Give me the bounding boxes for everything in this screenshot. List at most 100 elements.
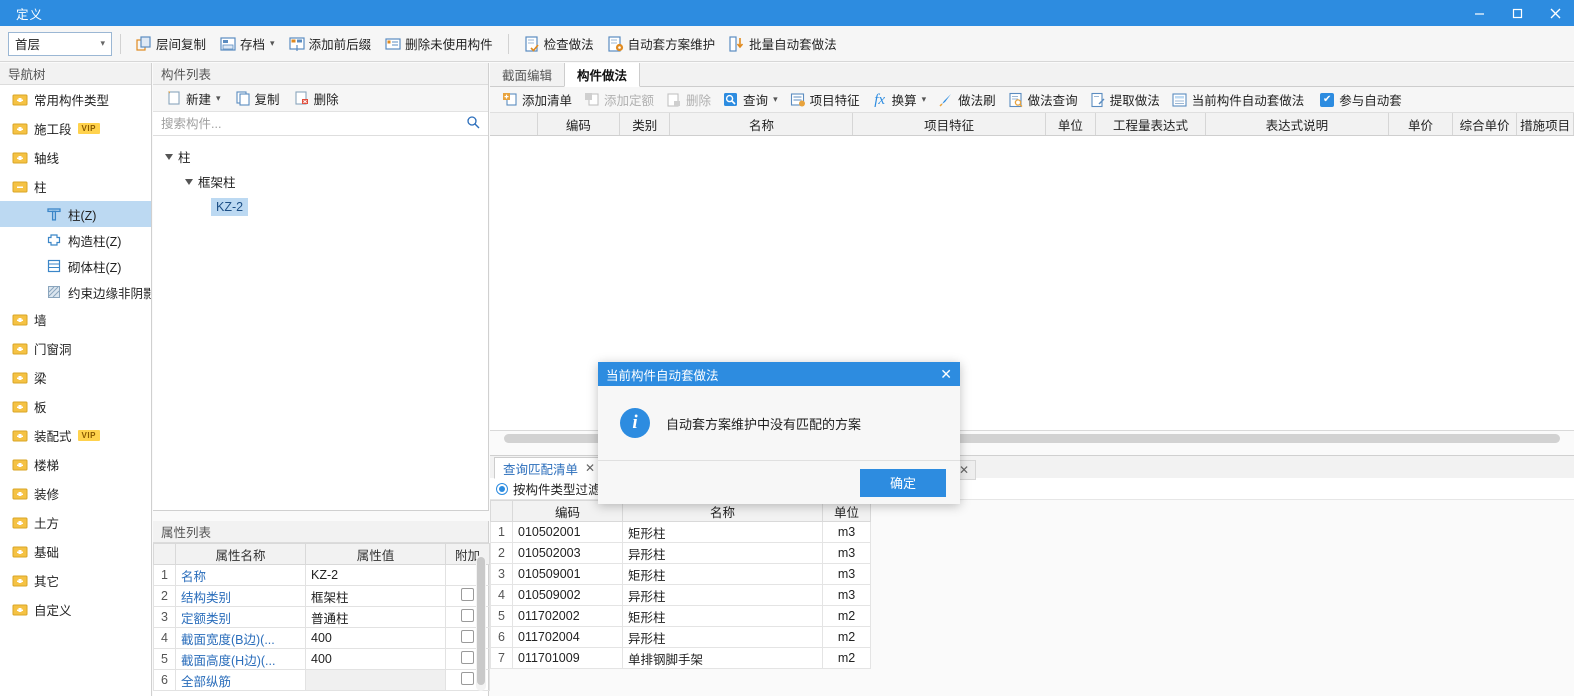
sidebar-item-earthwork[interactable]: 土方 bbox=[0, 508, 151, 537]
sidebar-item-structural-column-z[interactable]: 构造柱(Z) bbox=[0, 227, 151, 253]
table-row[interactable]: 5 011702002 矩形柱 m2 bbox=[490, 605, 871, 627]
toolbar-item-batch-auto-method[interactable]: 批量自动套做法 bbox=[722, 31, 844, 57]
sidebar-item-beam[interactable]: 梁 bbox=[0, 363, 151, 392]
project-feature-button[interactable]: 项目特征 bbox=[784, 88, 866, 112]
ok-button[interactable]: 确定 bbox=[860, 468, 946, 497]
table-row[interactable]: 2 010502003 异形柱 m3 bbox=[490, 542, 871, 564]
column-header-category[interactable]: 类别 bbox=[620, 113, 671, 135]
conversion-button[interactable]: fx 换算 ▾ bbox=[866, 88, 933, 112]
participate-auto-checkbox[interactable]: ✔ bbox=[1320, 92, 1335, 107]
property-value[interactable] bbox=[305, 669, 446, 691]
column-header-project-feature[interactable]: 项目特征 bbox=[853, 113, 1046, 135]
close-icon[interactable]: ✕ bbox=[585, 461, 595, 475]
sidebar-item-decoration[interactable]: 装修 bbox=[0, 479, 151, 508]
table-row[interactable]: 1 010502001 矩形柱 m3 bbox=[490, 521, 871, 543]
current-auto-method-button[interactable]: 当前构件自动套做法 bbox=[1166, 88, 1311, 112]
attach-checkbox[interactable] bbox=[461, 672, 474, 685]
sidebar-item-constraint-edge[interactable]: 约束边缘非阴影 bbox=[0, 279, 151, 305]
row-number: 1 bbox=[490, 521, 513, 543]
table-row[interactable]: 5 截面高度(H边)(... 400 bbox=[153, 648, 490, 670]
sidebar-item-construction-section[interactable]: 施工段 VIP bbox=[0, 114, 151, 143]
sidebar-item-common-types[interactable]: 常用构件类型 bbox=[0, 85, 151, 114]
property-value[interactable]: 普通柱 bbox=[305, 606, 446, 628]
name-cell: 单排钢脚手架 bbox=[622, 647, 823, 669]
scrollbar-thumb[interactable] bbox=[477, 557, 485, 685]
property-value[interactable]: 框架柱 bbox=[305, 585, 446, 607]
add-quota-button[interactable]: 添加定额 bbox=[578, 88, 660, 112]
maximize-icon[interactable] bbox=[1498, 0, 1536, 26]
delete-method-button[interactable]: 删除 bbox=[660, 88, 717, 112]
tab-section-edit[interactable]: 截面编辑 bbox=[490, 62, 564, 86]
table-row[interactable]: 6 011702004 异形柱 m2 bbox=[490, 626, 871, 648]
attach-checkbox[interactable] bbox=[461, 651, 474, 664]
tab-query-match-list[interactable]: 查询匹配清单 ✕ bbox=[494, 457, 605, 479]
table-row[interactable]: 3 010509001 矩形柱 m3 bbox=[490, 563, 871, 585]
sidebar-item-others[interactable]: 其它 bbox=[0, 566, 151, 595]
method-brush-button[interactable]: 做法刷 bbox=[932, 88, 1002, 112]
column-header-unit[interactable]: 单位 bbox=[1046, 113, 1097, 135]
close-icon[interactable] bbox=[1536, 0, 1574, 26]
table-row[interactable]: 2 结构类别 框架柱 bbox=[153, 585, 490, 607]
delete-component-button[interactable]: 删除 bbox=[287, 85, 346, 111]
search-input[interactable] bbox=[161, 116, 466, 131]
sidebar-item-column-group[interactable]: 柱 bbox=[0, 172, 151, 201]
sidebar-item-custom[interactable]: 自定义 bbox=[0, 595, 151, 624]
toolbar-item-archive[interactable]: 存档 ▾ bbox=[213, 31, 282, 57]
table-row[interactable]: 4 010509002 异形柱 m3 bbox=[490, 584, 871, 606]
sidebar-item-wall[interactable]: 墙 bbox=[0, 305, 151, 334]
sidebar-item-slab[interactable]: 板 bbox=[0, 392, 151, 421]
chevron-down-icon[interactable] bbox=[185, 178, 193, 185]
sidebar-item-masonry-column-z[interactable]: 砌体柱(Z) bbox=[0, 253, 151, 279]
attach-checkbox[interactable] bbox=[461, 630, 474, 643]
dialog-footer: 确定 bbox=[598, 460, 960, 504]
search-icon[interactable] bbox=[466, 115, 480, 132]
property-value[interactable]: KZ-2 bbox=[305, 564, 446, 586]
column-header-name[interactable]: 名称 bbox=[670, 113, 854, 135]
sidebar-item-column-z[interactable]: 柱(Z) bbox=[0, 201, 151, 227]
sidebar-item-door-window-opening[interactable]: 门窗洞 bbox=[0, 334, 151, 363]
method-query-button[interactable]: 做法查询 bbox=[1002, 88, 1084, 112]
component-search-box[interactable] bbox=[153, 112, 488, 136]
property-value[interactable]: 400 bbox=[305, 627, 446, 649]
new-component-button[interactable]: 新建 ▾ bbox=[159, 85, 228, 111]
sidebar-item-prefabricated[interactable]: 装配式 VIP bbox=[0, 421, 151, 450]
column-header-code[interactable]: 编码 bbox=[538, 113, 621, 135]
table-row[interactable]: 4 截面宽度(B边)(... 400 bbox=[153, 627, 490, 649]
sidebar-item-stairs[interactable]: 楼梯 bbox=[0, 450, 151, 479]
copy-component-button[interactable]: 复制 bbox=[228, 85, 287, 111]
table-row[interactable]: 3 定额类别 普通柱 bbox=[153, 606, 490, 628]
table-row[interactable]: 6 全部纵筋 bbox=[153, 669, 490, 691]
add-list-button[interactable]: 添加清单 bbox=[496, 88, 578, 112]
floor-select[interactable]: 首层 ▾ bbox=[8, 31, 112, 56]
extract-method-button[interactable]: 提取做法 bbox=[1084, 88, 1166, 112]
table-row[interactable]: 7 011701009 单排钢脚手架 m2 bbox=[490, 647, 871, 669]
toolbar-item-copy-between-floors[interactable]: 层间复制 bbox=[129, 31, 213, 57]
column-header-measure-item[interactable]: 措施项目 bbox=[1517, 113, 1574, 135]
toolbar-item-delete-unused[interactable]: 删除未使用构件 bbox=[378, 31, 500, 57]
tree-node-frame-column[interactable]: 框架柱 bbox=[153, 169, 488, 194]
column-header-unit-price[interactable]: 单价 bbox=[1389, 113, 1454, 135]
toolbar-item-add-affix[interactable]: 添加前后缀 bbox=[282, 31, 379, 57]
sidebar-item-foundation[interactable]: 基础 bbox=[0, 537, 151, 566]
tab-component-method[interactable]: 构件做法 bbox=[564, 63, 641, 87]
chevron-down-icon[interactable] bbox=[165, 153, 173, 160]
toolbar-item-auto-scheme-maintain[interactable]: 自动套方案维护 bbox=[601, 31, 723, 57]
close-icon[interactable]: ✕ bbox=[940, 366, 952, 383]
table-row[interactable]: 1 名称 KZ-2 bbox=[153, 564, 490, 586]
column-header-comprehensive-price[interactable]: 综合单价 bbox=[1453, 113, 1518, 135]
radio-dot bbox=[499, 485, 505, 492]
property-list-scrollbar[interactable] bbox=[476, 555, 486, 691]
minimize-icon[interactable] bbox=[1460, 0, 1498, 26]
filter-by-component-type-radio[interactable] bbox=[496, 482, 508, 495]
column-header-quantity-expression[interactable]: 工程量表达式 bbox=[1096, 113, 1206, 135]
attach-checkbox[interactable] bbox=[461, 609, 474, 622]
tree-node-column[interactable]: 柱 bbox=[153, 144, 488, 169]
participate-auto-checkbox-item[interactable]: ✔ 参与自动套 bbox=[1314, 88, 1408, 112]
tree-node-kz2[interactable]: KZ-2 bbox=[153, 194, 488, 219]
toolbar-item-check-method[interactable]: 检查做法 bbox=[517, 31, 601, 57]
property-value[interactable]: 400 bbox=[305, 648, 446, 670]
attach-checkbox[interactable] bbox=[461, 588, 474, 601]
sidebar-item-axis[interactable]: 轴线 bbox=[0, 143, 151, 172]
query-button[interactable]: 查询 ▾ bbox=[717, 88, 784, 112]
column-header-expression-desc[interactable]: 表达式说明 bbox=[1206, 113, 1389, 135]
